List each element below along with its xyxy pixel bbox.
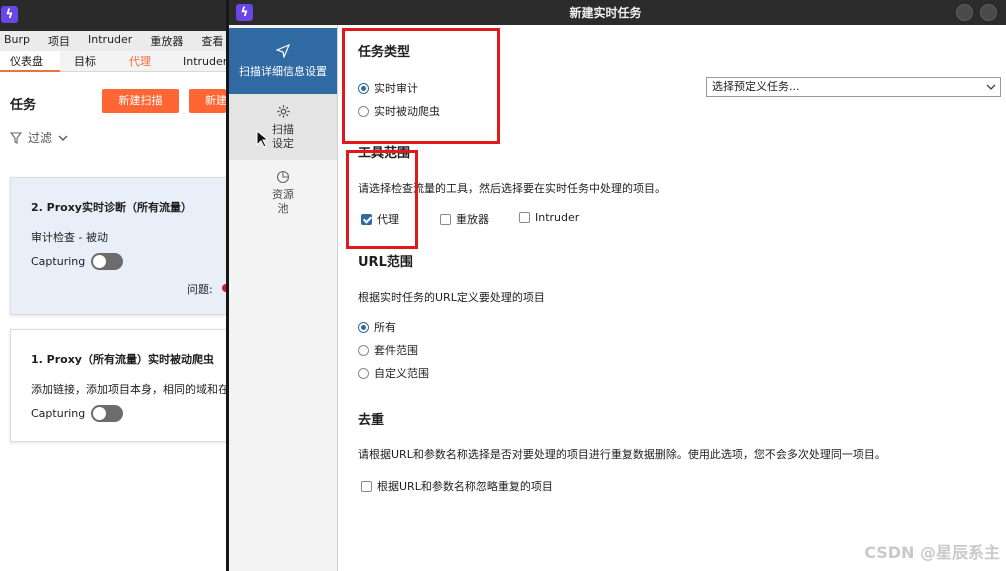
tool-intruder-checkbox[interactable]: Intruder: [519, 211, 579, 224]
annotation-box-task-type: [342, 28, 500, 144]
checkbox-label: 重放器: [456, 213, 489, 226]
tab-intruder[interactable]: Intruder: [183, 51, 227, 72]
sidebar-item-scan-config[interactable]: 扫描 设定: [229, 94, 337, 160]
sidebar-item-resource-pool[interactable]: 资源 池: [229, 160, 337, 226]
radio-label: 套件范围: [374, 344, 418, 357]
chevron-down-icon: [986, 84, 996, 90]
select-value: 选择预定义任务...: [712, 80, 800, 93]
dialog-title-bar: ϟ 新建实时任务: [229, 0, 1006, 25]
checkbox-indicator[interactable]: [519, 212, 530, 223]
mouse-cursor-icon: [256, 130, 268, 148]
tab-dashboard[interactable]: 仪表盘: [0, 51, 60, 72]
menu-view[interactable]: 查看: [197, 31, 223, 51]
annotation-box-proxy: [346, 150, 418, 249]
task-card-proxy-crawl[interactable]: 1. Proxy（所有流量）实时被动爬虫 添加链接，添加项目本身，相同的域和在 …: [10, 329, 229, 442]
capturing-label: Capturing: [31, 255, 86, 268]
task-card-proxy-audit[interactable]: 2. Proxy实时诊断（所有流量） 审计检查 - 被动 Capturing 问…: [10, 177, 230, 315]
capturing-label: Capturing: [31, 407, 86, 420]
watermark: CSDN @星辰系主: [864, 543, 1000, 562]
sidebar-item-label: 扫描 设定: [272, 123, 294, 150]
radio-indicator[interactable]: [358, 367, 369, 379]
task-card-subtitle: 审计检查 - 被动: [31, 231, 108, 244]
tab-target[interactable]: 目标: [74, 51, 96, 72]
task-card-title: 1. Proxy（所有流量）实时被动爬虫: [31, 353, 214, 366]
dedupe-description: 请根据URL和参数名称选择是否对要处理的项目进行重复数据删除。使用此选项，您不会…: [358, 448, 886, 461]
task-card-subtitle: 添加链接，添加项目本身，相同的域和在: [31, 383, 229, 396]
sidebar-item-label: 扫描详细信息设置: [239, 65, 327, 78]
new-scan-button[interactable]: 新建扫描: [102, 89, 179, 113]
filter-label: 过滤: [28, 131, 53, 145]
checkbox-indicator[interactable]: [440, 213, 451, 225]
pie-chart-icon: [276, 170, 290, 184]
menu-burp[interactable]: Burp: [0, 31, 30, 51]
url-scope-description: 根据实时任务的URL定义要处理的项目: [358, 291, 545, 304]
radio-label: 所有: [374, 321, 396, 334]
dedupe-heading: 去重: [358, 413, 385, 428]
url-scope-suite-radio[interactable]: 套件范围: [358, 342, 418, 358]
chevron-down-icon: [58, 135, 68, 141]
radio-indicator[interactable]: [358, 321, 369, 333]
burp-main-window: ϟ Burp 项目 Intruder 重放器 查看 帮 仪表盘 目标 代理 In…: [0, 0, 252, 571]
task-card-title: 2. Proxy实时诊断（所有流量）: [31, 201, 192, 214]
dialog-title: 新建实时任务: [569, 6, 642, 20]
tool-repeater-checkbox[interactable]: 重放器: [440, 211, 489, 227]
filter-control[interactable]: 过滤: [10, 129, 68, 146]
tasks-heading: 任务: [10, 98, 37, 113]
url-scope-heading: URL范围: [358, 255, 413, 270]
filter-icon: [10, 131, 22, 144]
checkbox-label: Intruder: [535, 211, 580, 224]
tab-proxy[interactable]: 代理: [129, 51, 151, 72]
menu-repeater[interactable]: 重放器: [146, 31, 183, 51]
burp-title-bar: ϟ: [0, 0, 226, 31]
dedupe-checkbox[interactable]: 根据URL和参数名称忽略重复的项目: [361, 478, 553, 494]
url-scope-all-radio[interactable]: 所有: [358, 319, 396, 335]
dialog-sidebar: 扫描详细信息设置 扫描 设定 资源 池: [229, 25, 338, 571]
capturing-toggle[interactable]: [91, 253, 123, 270]
minimize-button[interactable]: [956, 4, 973, 21]
checkbox-indicator[interactable]: [361, 480, 372, 492]
menu-intruder[interactable]: Intruder: [84, 31, 132, 51]
send-icon: [276, 44, 290, 58]
burp-tab-bar: 仪表盘 目标 代理 Intruder: [0, 51, 227, 72]
sidebar-item-scan-details[interactable]: 扫描详细信息设置: [229, 28, 337, 94]
burp-logo-icon: ϟ: [1, 6, 18, 23]
capturing-toggle[interactable]: [91, 405, 123, 422]
sidebar-item-label: 资源 池: [272, 188, 294, 215]
radio-label: 自定义范围: [374, 367, 429, 380]
radio-indicator[interactable]: [358, 344, 369, 356]
maximize-button[interactable]: [980, 4, 997, 21]
menu-project[interactable]: 项目: [44, 31, 70, 51]
url-scope-custom-radio[interactable]: 自定义范围: [358, 365, 429, 381]
preset-task-select[interactable]: 选择预定义任务...: [706, 77, 1001, 97]
issues-label: 问题:: [187, 283, 213, 296]
new-live-task-button[interactable]: 新建: [189, 89, 226, 113]
checkbox-label: 根据URL和参数名称忽略重复的项目: [377, 480, 553, 493]
gear-icon: [276, 105, 290, 118]
burp-menu-bar: Burp 项目 Intruder 重放器 查看 帮: [0, 31, 252, 51]
